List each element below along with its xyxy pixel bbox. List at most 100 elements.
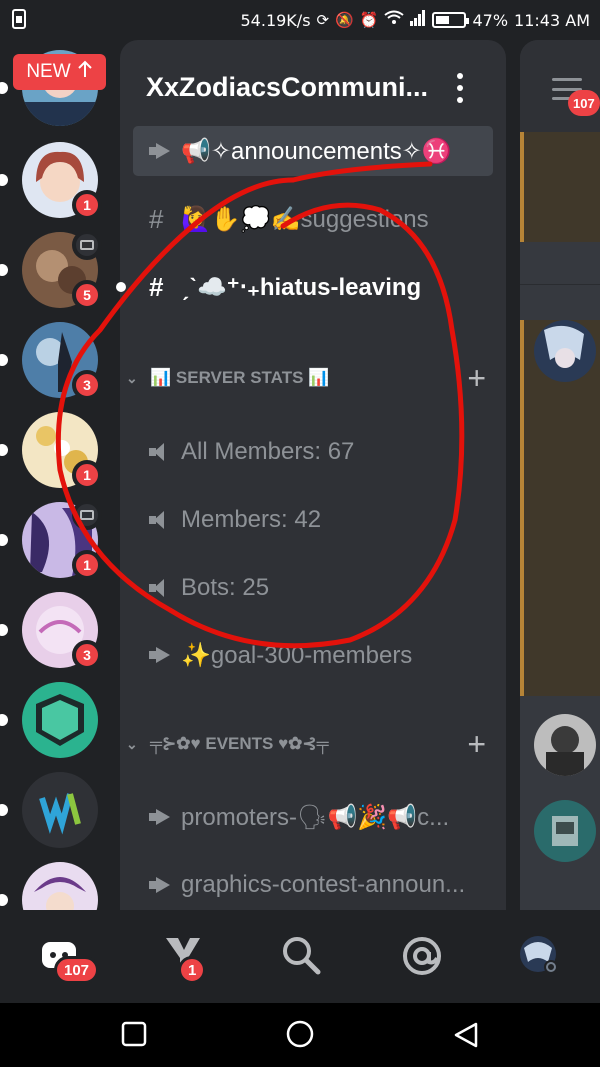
at-sign-icon [403,937,441,975]
profile-avatar-icon [520,936,558,974]
unread-pip [0,714,8,726]
more-options-icon[interactable] [450,70,470,106]
megaphone-icon [149,647,181,663]
speaker-icon [149,510,181,530]
mute-icon: 🔕 [335,11,354,29]
channel-name: All Members: 67 [181,438,355,465]
mentions-tab[interactable] [400,934,444,978]
chevron-down-icon: ⌄ [126,735,138,752]
server-avatar [22,862,98,910]
friends-badge: 1 [178,956,207,984]
arrow-up-icon [77,60,93,84]
server-icon[interactable] [0,862,98,910]
channel-promoters[interactable]: promoters-🗣📢🎉📢c... [133,792,493,842]
channel-name: ˏˋ☁️⁺‧₊hiatus-leaving [181,273,422,301]
channel-hiatus-leaving[interactable]: # ˏˋ☁️⁺‧₊hiatus-leaving [133,262,493,312]
channel-name: Members: 42 [181,506,322,533]
unread-pip [0,804,8,816]
net-speed: 54.19K/s [240,10,311,30]
add-channel-icon[interactable]: + [467,724,486,764]
sim-icon [12,9,26,29]
server-rail: 1 5 3 1 1 3 [0,40,118,910]
chevron-down-icon: ⌄ [126,369,138,386]
speaker-icon [149,442,181,462]
channel-name: graphics-contest-announ... [181,871,466,898]
server-icon[interactable]: 1 [0,412,102,490]
mention-stripe [520,320,524,696]
server-icon[interactable]: 3 [0,322,102,400]
live-indicator [72,500,102,530]
channel-panel: XxZodiacsCommuni... 📢✧announcements✧♓ # … [120,40,506,910]
chat-peek-panel[interactable]: 107 [520,40,600,910]
notification-badge: 107 [568,90,600,116]
chat-header: 107 [520,40,600,132]
channel-graphics-contest[interactable]: graphics-contest-announ... [133,860,493,910]
bottom-nav: 107 1 [0,910,600,1003]
unread-pip [0,894,8,906]
status-bar: 54.19K/s ⟳ 🔕 ⏰ 47% 11:43 AM [0,0,600,40]
unread-pip [0,534,8,546]
channel-unread-pip [116,282,126,292]
recents-button[interactable] [121,1021,147,1051]
mention-stripe [520,132,524,242]
voice-channel-members[interactable]: Members: 42 [133,495,493,545]
unread-pip [0,174,8,186]
speaker-icon [149,578,181,598]
server-icon[interactable] [0,772,98,848]
megaphone-icon [149,143,181,159]
profile-tab[interactable] [518,934,562,978]
add-channel-icon[interactable]: + [467,358,486,398]
channel-name: promoters-🗣📢🎉📢c... [181,803,450,831]
signal-icon [410,10,426,30]
unread-pip [0,624,8,636]
voice-channel-all-members[interactable]: All Members: 67 [133,427,493,477]
category-events[interactable]: ⌄ ╤⊱✿♥ EVENTS ♥✿⊰╤ + [120,724,506,764]
channel-announcements[interactable]: 📢✧announcements✧♓ [133,126,493,176]
server-header[interactable]: XxZodiacsCommuni... [120,40,506,136]
user-avatar[interactable] [534,320,596,382]
android-nav-bar [0,1003,600,1067]
channel-name: 📢✧announcements✧♓ [181,137,452,165]
new-label: NEW [26,61,71,82]
hash-icon: # [149,271,164,302]
home-badge: 107 [54,956,100,984]
unread-pip [0,82,8,94]
home-tab[interactable]: 107 [40,934,100,984]
alarm-icon: ⏰ [359,11,379,29]
server-avatar [22,772,98,848]
server-icon[interactable]: 5 [0,230,102,310]
unread-pip [0,444,8,456]
mention-badge: 3 [72,370,102,400]
user-avatar[interactable] [534,714,596,776]
search-tab[interactable] [280,934,324,978]
live-indicator [72,230,102,260]
megaphone-icon [149,809,181,825]
discord-app: 54.19K/s ⟳ 🔕 ⏰ 47% 11:43 AM 1 5 3 1 1 3 … [0,0,600,1067]
mention-badge: 1 [72,190,102,220]
mention-badge: 1 [72,460,102,490]
server-name[interactable]: XxZodiacsCommuni... [146,72,436,103]
server-icon[interactable]: 3 [0,592,102,670]
user-avatar[interactable] [534,800,596,862]
voice-channel-bots[interactable]: Bots: 25 [133,563,493,613]
mention-badge: 5 [72,280,102,310]
megaphone-icon [149,877,181,893]
mention-badge: 1 [72,550,102,580]
server-avatar [22,682,98,758]
battery-percent: 47% [472,10,509,30]
category-server-stats[interactable]: ⌄ 📊 SERVER STATS 📊 + [120,358,506,398]
channel-goal[interactable]: ✨goal-300-members [133,630,493,680]
channel-name: ✨goal-300-members [181,641,413,669]
new-unreads-button[interactable]: NEW [13,54,106,90]
wifi-icon [384,10,405,30]
divider [520,284,600,285]
hash-icon: # [149,203,164,234]
channel-suggestions[interactable]: # 🙋‍♀️✋💭✍suggestions [133,194,493,244]
back-button[interactable] [452,1021,480,1053]
server-icon[interactable]: 1 [0,500,102,580]
server-icon[interactable] [0,682,98,758]
friends-tab[interactable]: 1 [162,934,207,984]
server-icon[interactable]: 1 [0,142,102,220]
home-button[interactable] [285,1019,315,1053]
channel-name: Bots: 25 [181,574,270,601]
